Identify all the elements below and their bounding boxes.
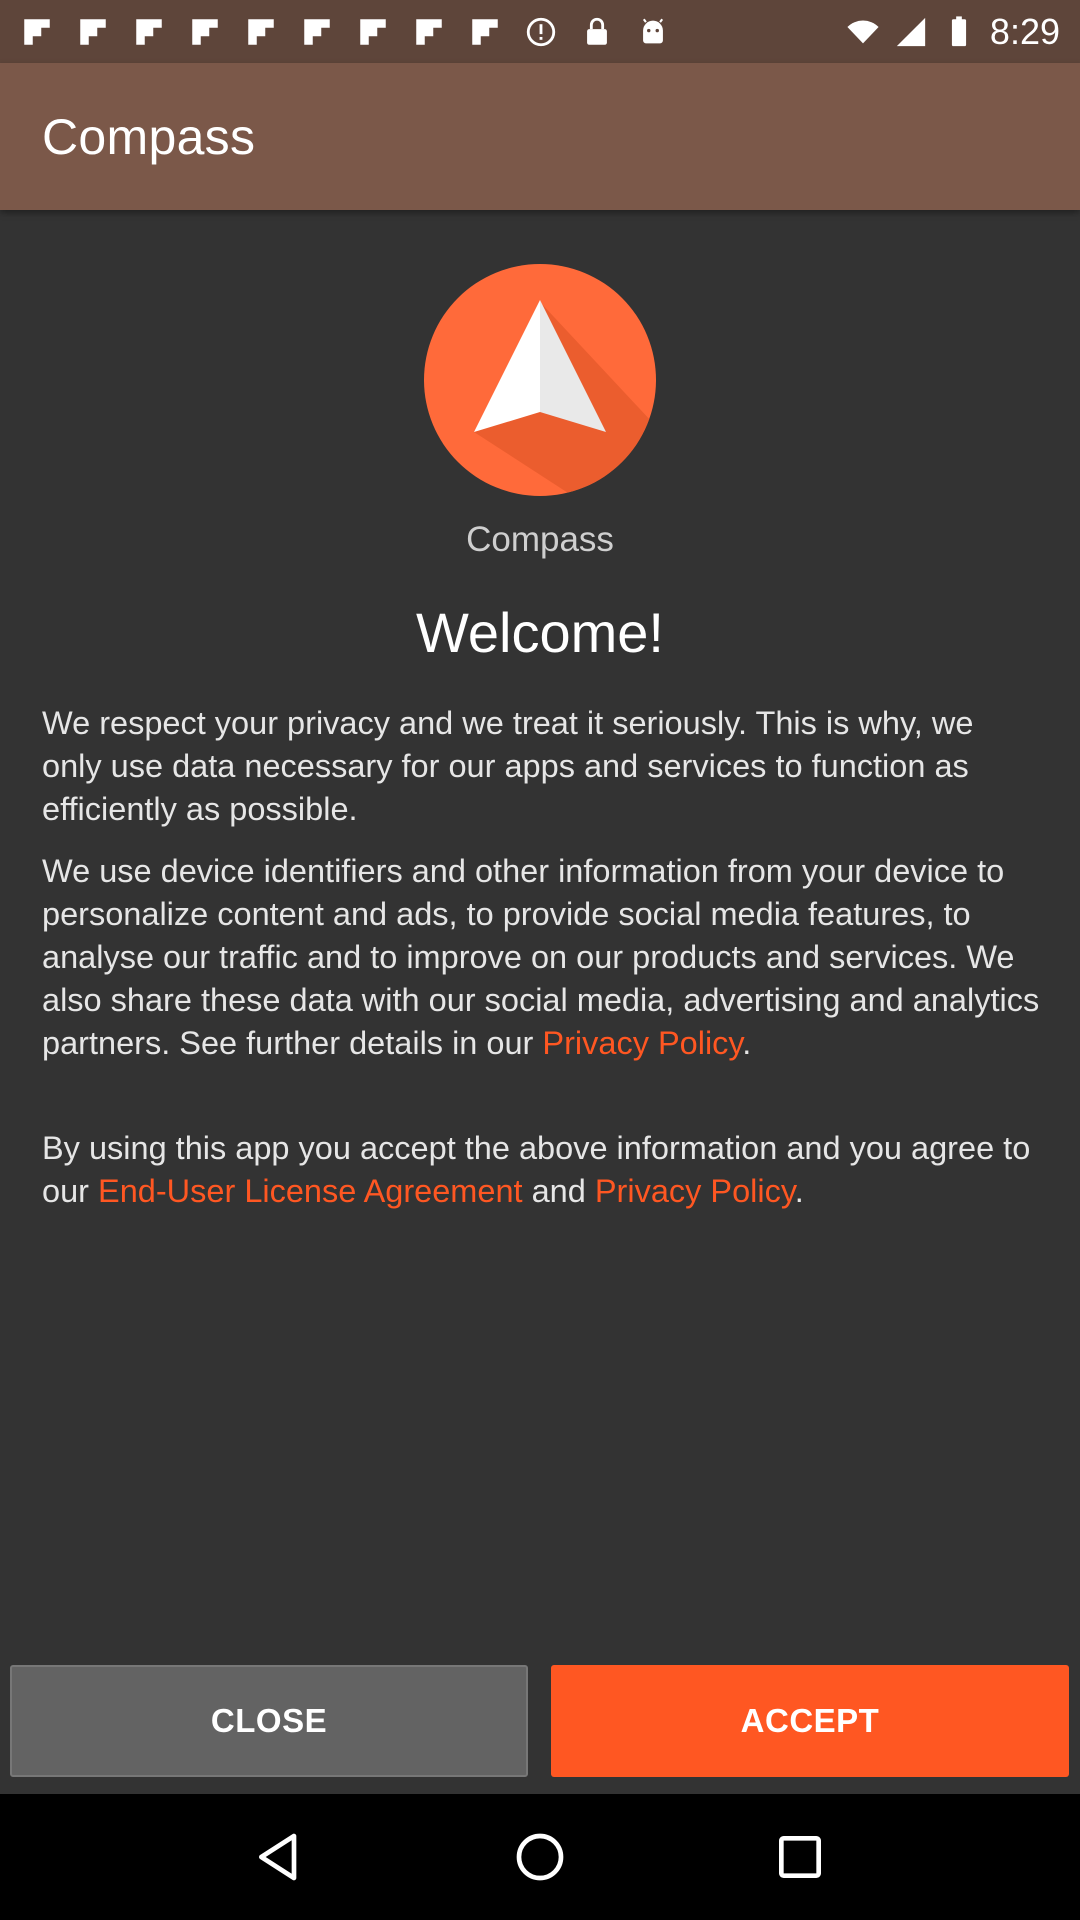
clock: 8:29 — [989, 10, 1060, 52]
paragraph-text: . — [794, 1173, 804, 1209]
flipboard-icon — [188, 15, 222, 49]
flipboard-icon — [20, 15, 54, 49]
alert-circle-icon — [524, 15, 558, 49]
app-bar-title: Compass — [42, 108, 256, 165]
privacy-paragraph-1: We respect your privacy and we treat it … — [42, 705, 974, 827]
recents-icon[interactable] — [770, 1827, 830, 1887]
home-icon[interactable] — [510, 1827, 570, 1887]
navigation-bar — [0, 1794, 1080, 1920]
flipboard-icon — [132, 15, 166, 49]
flipboard-icon — [300, 15, 334, 49]
paragraph-text: . — [742, 1025, 752, 1061]
privacy-policy-link[interactable]: Privacy Policy — [542, 1025, 742, 1061]
privacy-policy-link[interactable]: Privacy Policy — [595, 1173, 795, 1209]
status-bar: 8:29 — [0, 0, 1080, 63]
paragraph-text: We use device identifiers and other info… — [42, 853, 1040, 1061]
battery-icon — [942, 15, 976, 49]
eula-link[interactable]: End-User License Agreement — [98, 1173, 523, 1209]
accept-button[interactable]: ACCEPT — [551, 1665, 1069, 1777]
close-button[interactable]: CLOSE — [10, 1665, 528, 1777]
privacy-paragraph-3: By using this app you accept the above i… — [42, 1127, 1042, 1213]
flipboard-icon — [244, 15, 278, 49]
notification-icons — [20, 15, 670, 49]
flipboard-icon — [468, 15, 502, 49]
welcome-heading: Welcome! — [416, 601, 664, 664]
flipboard-icon — [356, 15, 390, 49]
android-icon — [636, 15, 670, 49]
lock-icon — [580, 15, 614, 49]
privacy-paragraph-2: We use device identifiers and other info… — [42, 850, 1042, 1065]
consent-content: Compass Welcome! We respect your privacy… — [0, 210, 1080, 1794]
system-status: 8:29 — [846, 11, 1060, 53]
app-name: Compass — [466, 520, 614, 559]
app-bar: Compass — [0, 63, 1080, 210]
flipboard-icon — [76, 15, 110, 49]
back-icon[interactable] — [250, 1827, 310, 1887]
wifi-icon — [846, 15, 880, 49]
signal-icon — [894, 15, 928, 49]
compass-logo-icon — [424, 264, 656, 496]
screen: 8:29 Compass Compass Welcome! We respect… — [0, 0, 1080, 1920]
paragraph-text: and — [522, 1173, 595, 1209]
flipboard-icon — [412, 15, 446, 49]
